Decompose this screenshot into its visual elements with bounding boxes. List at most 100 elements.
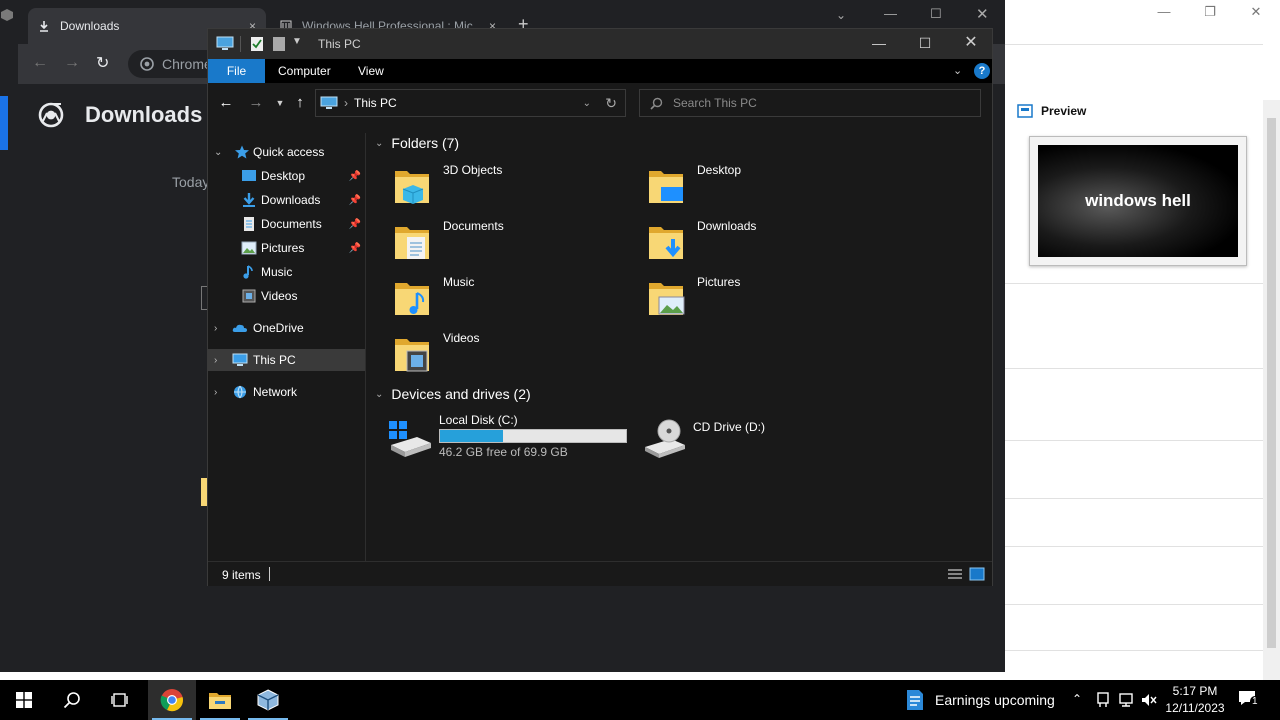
drive-free-text: 46.2 GB free of 69.9 GB (439, 445, 568, 459)
folder-videos[interactable]: Videos (391, 327, 641, 379)
address-separator-icon[interactable]: › (344, 96, 348, 110)
chrome-tab-search-icon[interactable]: ⌄ (836, 8, 846, 22)
explorer-window-title: This PC (318, 37, 361, 51)
volume-muted-icon[interactable] (1140, 692, 1158, 708)
onedrive-icon (232, 324, 247, 332)
back-icon[interactable]: ← (32, 54, 48, 72)
properties-icon[interactable] (250, 36, 264, 52)
sidebar-item-this-pc[interactable]: › This PC (208, 349, 365, 371)
vbox-icon (0, 8, 18, 22)
sidebar-item-desktop[interactable]: Desktop 📌 (208, 165, 365, 187)
address-bar[interactable]: › This PC ⌄ ↻ (315, 89, 626, 117)
collapse-chevron-icon[interactable]: ⌄ (375, 389, 383, 400)
sidebar-item-music[interactable]: Music (208, 261, 365, 283)
network-status-icon[interactable] (1118, 692, 1134, 708)
taskbar-virtualbox[interactable] (244, 680, 292, 720)
expand-chevron-icon[interactable]: › (214, 355, 217, 366)
bg-minimize-button[interactable]: — (1141, 2, 1187, 22)
drive-name: Local Disk (C:) (439, 413, 518, 427)
explorer-minimize-button[interactable]: — (856, 29, 902, 59)
back-icon[interactable]: ← (214, 91, 238, 115)
virtualbox-icon (257, 689, 279, 711)
explorer-maximize-button[interactable]: ☐ (902, 29, 948, 59)
this-pc-icon (216, 36, 234, 50)
sidebar-item-quick-access[interactable]: ⌄ Quick access (208, 141, 365, 163)
sidebar-item-videos[interactable]: Videos (208, 285, 365, 307)
chrome-maximize-button[interactable]: ☐ (930, 6, 942, 22)
sidebar-item-onedrive[interactable]: › OneDrive (208, 317, 365, 339)
chrome-close-button[interactable]: ✕ (976, 5, 989, 23)
this-pc-icon (232, 353, 248, 366)
folder-3d-objects-icon (395, 171, 429, 204)
folder-videos-icon (395, 339, 429, 372)
show-hidden-icons[interactable]: ⌃ (1072, 692, 1082, 706)
sidebar-item-documents[interactable]: Documents 📌 (208, 213, 365, 235)
folder-downloads[interactable]: Downloads (645, 215, 895, 267)
ribbon-expand-icon[interactable]: ⌄ (953, 64, 962, 77)
bg-restore-button[interactable]: ❐ (1187, 2, 1233, 22)
up-icon[interactable]: ↑ (288, 91, 312, 115)
bg-close-button[interactable]: ✕ (1233, 2, 1279, 22)
folder-label: Documents (443, 219, 504, 233)
folder-desktop[interactable]: Desktop (645, 159, 895, 211)
preview-card[interactable]: windows hell (1029, 136, 1247, 266)
ribbon-tab-view[interactable]: View (350, 59, 392, 83)
task-view-button[interactable] (96, 680, 144, 720)
sidebar-item-downloads[interactable]: Downloads 📌 (208, 189, 365, 211)
folders-group-header[interactable]: ⌄ Folders (7) (375, 133, 459, 153)
folder-downloads-icon (649, 227, 683, 259)
pin-icon[interactable]: 📌 (349, 219, 361, 230)
address-dropdown-icon[interactable]: ⌄ (583, 98, 591, 109)
folder-documents-icon (395, 227, 429, 259)
pin-icon[interactable]: 📌 (349, 243, 361, 254)
folder-label: Downloads (697, 219, 757, 233)
taskbar-file-explorer[interactable] (196, 680, 244, 720)
drives-group-header[interactable]: ⌄ Devices and drives (2) (375, 384, 531, 404)
clock[interactable]: 5:17 PM 12/11/2023 (1160, 683, 1230, 717)
ribbon-tabs: File Computer View ⌄ ? (208, 59, 992, 83)
sidebar-label: Downloads (261, 193, 321, 207)
expand-chevron-icon[interactable]: › (214, 387, 217, 398)
drive-cd-d[interactable]: CD Drive (D:) (641, 413, 891, 465)
refresh-icon[interactable]: ↻ (605, 95, 617, 112)
sidebar-item-network[interactable]: › Network (208, 381, 365, 403)
explorer-close-button[interactable]: ✕ (948, 29, 994, 59)
usb-device-icon[interactable] (1096, 692, 1110, 708)
content-pane: ⌄ Folders (7) 3D Objects Desktop Documen… (367, 133, 992, 561)
drive-local-disk-c[interactable]: Local Disk (C:) 46.2 GB free of 69.9 GB (387, 413, 637, 465)
large-icons-view-icon[interactable] (969, 567, 985, 581)
search-input[interactable]: Search This PC (639, 89, 981, 117)
bg-scrollbar-thumb[interactable] (1267, 118, 1276, 648)
pin-icon[interactable]: 📌 (349, 195, 361, 206)
action-center-button[interactable]: 1 (1238, 690, 1260, 710)
new-folder-icon[interactable] (272, 36, 286, 52)
bg-scrollbar[interactable] (1263, 100, 1280, 680)
ribbon-tab-computer[interactable]: Computer (270, 59, 339, 83)
left-edge-accent (0, 96, 8, 150)
ribbon-tab-file[interactable]: File (208, 59, 265, 83)
chrome-minimize-button[interactable]: — (884, 6, 897, 21)
drive-usage-bar (439, 429, 627, 443)
sidebar-item-pictures[interactable]: Pictures 📌 (208, 237, 365, 259)
taskbar-chrome[interactable] (148, 680, 196, 720)
folder-music[interactable]: Music (391, 271, 641, 323)
expand-chevron-icon[interactable]: › (214, 323, 217, 334)
forward-icon[interactable]: → (244, 91, 268, 115)
forward-icon[interactable]: → (64, 54, 80, 72)
folder-pictures[interactable]: Pictures (645, 271, 895, 323)
folder-3d-objects[interactable]: 3D Objects (391, 159, 641, 211)
help-icon[interactable]: ? (974, 63, 990, 79)
documents-icon (244, 217, 254, 231)
reload-icon[interactable]: ↻ (96, 53, 109, 73)
news-widget[interactable]: Earnings upcoming (905, 680, 1055, 720)
quick-access-toolbar-dropdown[interactable]: ▼ (292, 36, 302, 47)
collapse-chevron-icon[interactable]: ⌄ (214, 147, 222, 158)
news-icon (907, 690, 923, 710)
network-icon (234, 385, 246, 399)
pin-icon[interactable]: 📌 (349, 171, 361, 182)
folder-documents[interactable]: Documents (391, 215, 641, 267)
search-button[interactable] (48, 680, 96, 720)
details-view-icon[interactable] (947, 568, 963, 580)
collapse-chevron-icon[interactable]: ⌄ (375, 138, 383, 149)
start-button[interactable] (0, 680, 48, 720)
